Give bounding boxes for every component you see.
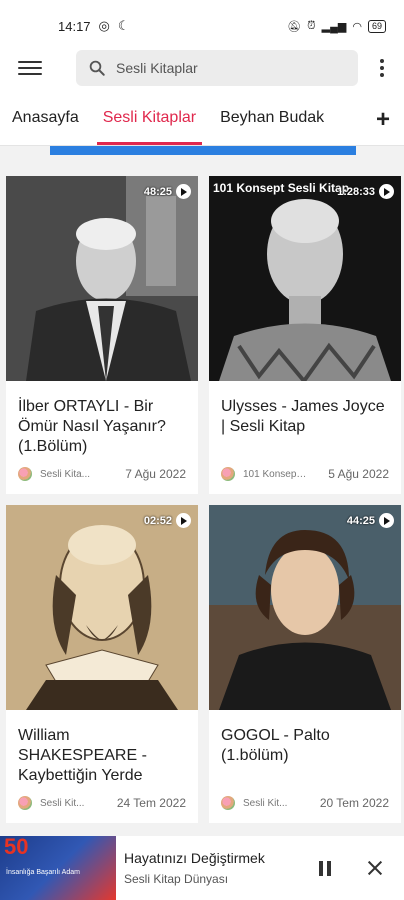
status-time: 14:17 [58, 18, 91, 34]
video-thumbnail[interactable]: 44:25 [209, 505, 401, 710]
portrait-image [6, 505, 198, 710]
video-title[interactable]: William SHAKESPEARE - Kaybettiğin Yerde [6, 710, 198, 786]
portrait-image [209, 505, 401, 710]
mini-player-channel[interactable]: Sesli Kitap Dünyası [124, 872, 310, 886]
overlay-text: 101 Konsept Sesli Kitap [213, 181, 350, 195]
play-icon [176, 184, 191, 199]
upload-date: 5 Ağu 2022 [328, 467, 389, 481]
upload-date: 20 Tem 2022 [319, 796, 389, 810]
search-icon [89, 60, 105, 76]
hamburger-menu-icon[interactable] [18, 61, 42, 75]
mute-icon: 🔕︎ [287, 20, 302, 33]
thumbnail-small-text: İnsanlığa Başarılı Adam [6, 869, 80, 876]
video-title[interactable]: GOGOL - Palto (1.bölüm) [209, 710, 401, 786]
mini-player[interactable]: 50 İnsanlığa Başarılı Adam Hayatınızı De… [0, 836, 404, 900]
search-input[interactable]: Sesli Kitaplar [76, 50, 358, 86]
video-title[interactable]: Ulysses - James Joyce | Sesli Kitap [209, 381, 401, 457]
alarm-icon: ⏰︎ [307, 19, 316, 32]
video-title[interactable]: İlber ORTAYLI - Bir Ömür Nasıl Yaşanır? … [6, 381, 198, 457]
video-card[interactable]: 48:25 İlber ORTAYLI - Bir Ömür Nasıl Yaş… [6, 176, 198, 494]
play-icon [176, 513, 191, 528]
video-thumbnail[interactable]: 02:52 [6, 505, 198, 710]
play-icon [379, 513, 394, 528]
duration-badge: 1:28:33 [337, 184, 394, 199]
video-card[interactable]: 101 Konsept Sesli Kitap 1:28:33 Ulysses … [209, 176, 401, 494]
channel-name[interactable]: Sesli Kit... [40, 798, 104, 809]
duration-badge: 02:52 [144, 513, 191, 528]
video-card[interactable]: 02:52 William SHAKESPEARE - Kaybettiğin … [6, 505, 198, 823]
tab-bar: Anasayfa Sesli Kitaplar Beyhan Budak + [0, 90, 404, 146]
channel-name[interactable]: Sesli Kit... [243, 798, 307, 809]
channel-name[interactable]: 101 Konsept... [243, 469, 307, 480]
video-thumbnail[interactable]: 48:25 [6, 176, 198, 381]
add-tab-icon[interactable]: + [376, 106, 390, 134]
channel-avatar[interactable] [18, 796, 32, 810]
search-text: Sesli Kitaplar [116, 60, 198, 76]
status-bar: 14:17 ◎ ☾ 🔕︎ ⏰︎ ▂▄▆ ◠ 69 [0, 0, 404, 52]
whatsapp-icon: ◎ [98, 18, 110, 33]
video-grid: 48:25 İlber ORTAYLI - Bir Ömür Nasıl Yaş… [0, 156, 404, 823]
upload-date: 7 Ağu 2022 [125, 467, 186, 481]
close-icon[interactable] [360, 853, 390, 883]
channel-avatar[interactable] [221, 467, 235, 481]
video-thumbnail[interactable]: 101 Konsept Sesli Kitap 1:28:33 [209, 176, 401, 381]
portrait-image [6, 176, 198, 381]
play-icon [379, 184, 394, 199]
battery-icon: 69 [367, 19, 386, 33]
thumbnail-big-text: 50 [4, 836, 29, 859]
channel-name[interactable]: Sesli Kita... [40, 469, 104, 480]
channel-avatar[interactable] [18, 467, 32, 481]
channel-avatar[interactable] [221, 796, 235, 810]
tab-anasayfa[interactable]: Anasayfa [12, 90, 79, 145]
banner-strip [0, 146, 404, 156]
mini-player-title[interactable]: Hayatınızı Değiştirmek [124, 850, 310, 866]
more-options-icon[interactable] [372, 59, 392, 77]
moon-icon: ☾ [117, 18, 130, 33]
tab-beyhan-budak[interactable]: Beyhan Budak [220, 90, 324, 145]
video-card[interactable]: 44:25 GOGOL - Palto (1.bölüm) Sesli Kit.… [209, 505, 401, 823]
app-bar: Sesli Kitaplar [0, 46, 404, 90]
pause-icon[interactable] [310, 853, 340, 883]
tab-sesli-kitaplar[interactable]: Sesli Kitaplar [96, 90, 203, 145]
duration-badge: 44:25 [347, 513, 394, 528]
upload-date: 24 Tem 2022 [116, 796, 186, 810]
duration-badge: 48:25 [144, 184, 191, 199]
mini-player-thumbnail[interactable]: 50 İnsanlığa Başarılı Adam [0, 836, 116, 900]
wifi-icon: ◠ [352, 20, 362, 33]
signal-icon: ▂▄▆ [321, 20, 347, 33]
portrait-image [209, 176, 401, 381]
